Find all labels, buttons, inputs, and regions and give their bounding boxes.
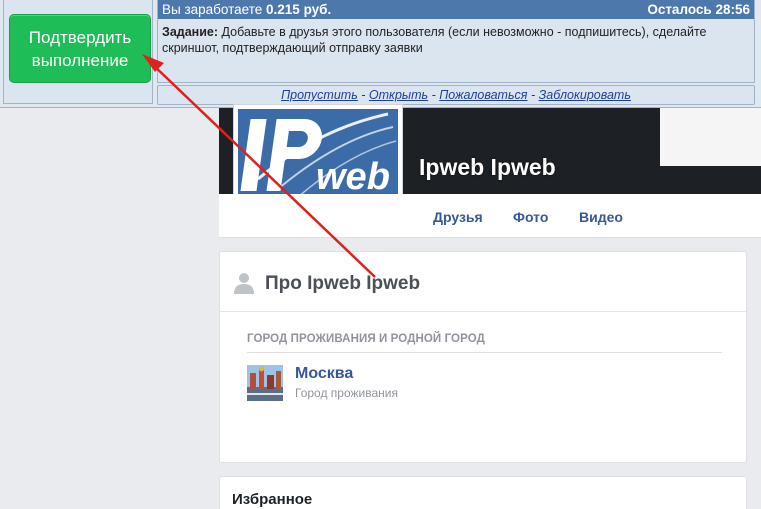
earn-info: Вы заработаете 0.215 руб. — [162, 0, 331, 19]
task-info-box: Вы заработаете 0.215 руб. Осталось 28:56… — [157, 0, 755, 83]
cover-blank-area — [660, 108, 761, 166]
about-title: Про Ipweb Ipweb — [265, 273, 421, 294]
tab-videos[interactable]: Видео — [579, 209, 623, 225]
section-divider — [247, 352, 722, 353]
city-link[interactable]: Москва — [295, 365, 353, 383]
task-text: Добавьте в друзья этого пользователя (ес… — [162, 25, 707, 55]
time-left: Осталось 28:56 — [647, 2, 750, 17]
task-links: Пропустить - Открыть - Пожаловаться - За… — [157, 85, 755, 105]
task-description: Задание: Добавьте в друзья этого пользов… — [158, 19, 754, 56]
tab-photos[interactable]: Фото — [513, 209, 548, 225]
task-bar: Подтвердить выполнение Вы заработаете 0.… — [0, 0, 761, 108]
about-header: Про Ipweb Ipweb — [220, 252, 746, 312]
favorites-title: Избранное — [232, 491, 313, 508]
report-link[interactable]: Пожаловаться — [439, 88, 527, 102]
city-photo-icon — [247, 365, 283, 401]
confirm-completion-button[interactable]: Подтвердить выполнение — [9, 14, 151, 83]
open-link[interactable]: Открыть — [369, 88, 428, 102]
confirm-button-cell: Подтвердить выполнение — [3, 0, 153, 104]
city-thumbnail[interactable] — [247, 365, 283, 401]
link-separator: - — [357, 88, 369, 102]
earn-prefix: Вы заработаете — [162, 2, 263, 17]
block-link[interactable]: Заблокировать — [539, 88, 631, 102]
link-separator: - — [428, 88, 440, 102]
about-card: Про Ipweb Ipweb ГОРОД ПРОЖИВАНИЯ И РОДНО… — [219, 251, 747, 463]
person-icon — [234, 273, 254, 294]
link-separator: - — [527, 88, 539, 102]
section-label: ГОРОД ПРОЖИВАНИЯ И РОДНОЙ ГОРОД — [247, 333, 485, 345]
tab-friends[interactable]: Друзья — [433, 209, 483, 225]
profile-nav: Друзья Фото Видео — [219, 194, 761, 238]
svg-text:web: web — [316, 156, 390, 198]
city-subtitle: Город проживания — [295, 386, 398, 400]
task-label: Задание: — [162, 25, 219, 39]
task-header: Вы заработаете 0.215 руб. Осталось 28:56 — [158, 0, 754, 19]
profile-name[interactable]: Ipweb Ipweb — [419, 154, 556, 181]
skip-link[interactable]: Пропустить — [281, 88, 358, 102]
favorites-card: Избранное — [219, 476, 747, 509]
earn-amount: 0.215 руб. — [266, 2, 332, 17]
